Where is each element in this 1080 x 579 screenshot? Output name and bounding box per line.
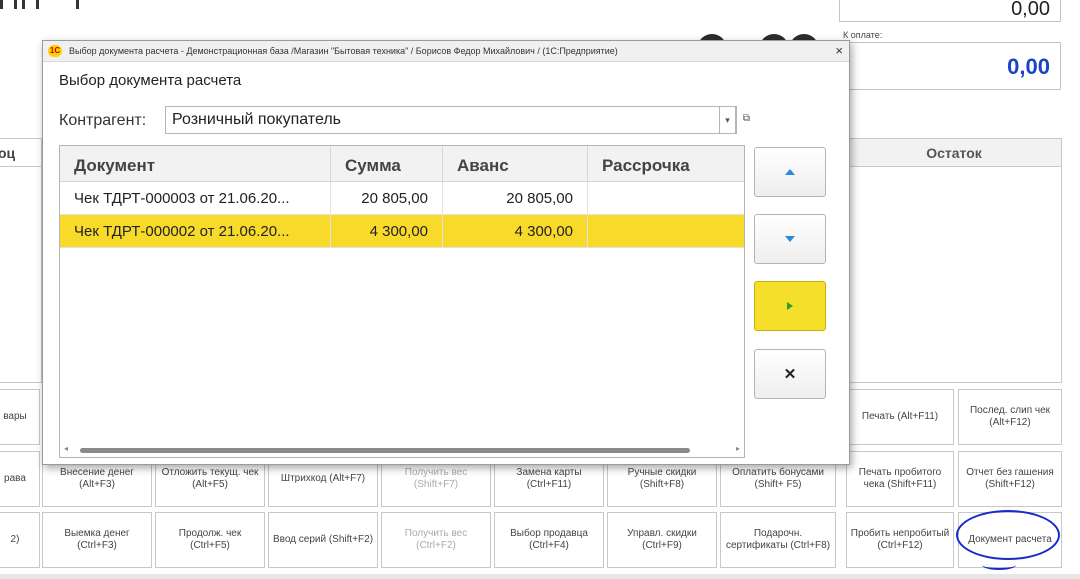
chevron-down-icon[interactable]: ▾	[719, 106, 736, 134]
fkey-enter-series[interactable]: Ввод серий (Shift+F2)	[268, 512, 378, 568]
counterparty-label: Контрагент:	[59, 112, 147, 129]
hand-drawn-underline-annotation	[982, 560, 1016, 570]
table-row[interactable]: Чек ТДРТ-000003 от 21.06.20... 20 805,00…	[60, 182, 744, 215]
column-header-sum[interactable]: Сумма	[331, 146, 443, 181]
fkey-rights[interactable]: рава	[0, 451, 40, 507]
cell-advance: 4 300,00	[443, 215, 588, 247]
column-header-advance[interactable]: Аванс	[443, 146, 588, 181]
move-up-button[interactable]	[754, 147, 826, 197]
total-amount-field: 0,00	[839, 0, 1061, 22]
payment-document-dialog: 1С Выбор документа расчета - Демонстраци…	[42, 40, 850, 465]
fkey-get-weight-ctrl[interactable]: Получить вес (Ctrl+F2)	[381, 512, 491, 568]
close-icon[interactable]: ×	[835, 41, 843, 61]
scrollbar-thumb[interactable]	[80, 448, 690, 453]
dialog-titlebar[interactable]: 1С Выбор документа расчета - Демонстраци…	[43, 41, 849, 62]
table-row-selected[interactable]: Чек ТДРТ-000002 от 21.06.20... 4 300,00 …	[60, 215, 744, 248]
hand-drawn-circle-annotation	[956, 510, 1060, 560]
arrow-down-icon	[785, 236, 795, 242]
counterparty-input[interactable]: Розничный покупатель	[165, 106, 737, 134]
cell-document: Чек ТДРТ-000003 от 21.06.20...	[60, 182, 331, 214]
arrow-up-icon	[785, 169, 795, 175]
cell-installment	[588, 182, 744, 214]
bottom-status-strip	[0, 574, 1080, 579]
move-down-button[interactable]	[754, 214, 826, 264]
to-pay-amount-field: 0,00	[839, 42, 1061, 90]
fkey-select-seller[interactable]: Выбор продавца (Ctrl+F4)	[494, 512, 604, 568]
column-header-document[interactable]: Документ	[60, 146, 331, 181]
stock-column-header: Остаток	[847, 139, 1061, 167]
fkey-continue-receipt[interactable]: Продолж. чек (Ctrl+F5)	[155, 512, 265, 568]
fkey-report-no-reset[interactable]: Отчет без гашения (Shift+F12)	[958, 451, 1062, 507]
column-header-installment[interactable]: Рассрочка	[588, 146, 744, 181]
fkey-print-printed-receipt[interactable]: Печать пробитого чека (Shift+F11)	[846, 451, 954, 507]
dialog-window-title: Выбор документа расчета - Демонстрационн…	[69, 46, 618, 56]
fkey-punch-unpunched[interactable]: Пробить непробитый (Ctrl+F12)	[846, 512, 954, 568]
cell-sum: 4 300,00	[331, 215, 443, 247]
fkey-left-partial[interactable]: 2)	[0, 512, 40, 568]
dialog-heading: Выбор документа расчета	[59, 72, 242, 89]
scroll-left-icon[interactable]: ◂	[64, 444, 68, 453]
documents-table[interactable]: Документ Сумма Аванс Рассрочка Чек ТДРТ-…	[59, 145, 745, 458]
cell-advance: 20 805,00	[443, 182, 588, 214]
cell-sum: 20 805,00	[331, 182, 443, 214]
receipt-lines-table-fragment: оц	[0, 138, 42, 383]
fkey-manage-discounts[interactable]: Управл. скидки (Ctrl+F9)	[607, 512, 717, 568]
cancel-button[interactable]: ✕	[754, 349, 826, 399]
close-icon: ✕	[783, 366, 797, 383]
left-column-header: оц	[0, 139, 41, 167]
play-icon	[787, 302, 793, 310]
scroll-right-icon[interactable]: ▸	[736, 444, 740, 453]
horizontal-scrollbar[interactable]: ◂ ▸	[60, 443, 744, 457]
fkey-cash-out[interactable]: Выемка денег (Ctrl+F3)	[42, 512, 152, 568]
fkey-print[interactable]: Печать (Alt+F11)	[846, 389, 954, 445]
cell-document: Чек ТДРТ-000002 от 21.06.20...	[60, 215, 331, 247]
workplace-top-left-marks	[0, 0, 90, 10]
to-pay-label: К оплате:	[843, 30, 883, 40]
table-header: Документ Сумма Аванс Рассрочка	[60, 146, 744, 182]
cell-installment	[588, 215, 744, 247]
fkey-gift-certificates[interactable]: Подарочн. сертификаты (Ctrl+F8)	[720, 512, 836, 568]
fkey-last-slip[interactable]: Послед. слип чек (Alt+F12)	[958, 389, 1062, 445]
open-form-icon[interactable]: ⧉	[738, 106, 755, 134]
app-logo-icon: 1С	[48, 45, 62, 57]
select-document-button[interactable]	[754, 281, 826, 331]
fkey-goods[interactable]: вары	[0, 389, 40, 445]
stock-panel: Остаток	[846, 138, 1062, 383]
